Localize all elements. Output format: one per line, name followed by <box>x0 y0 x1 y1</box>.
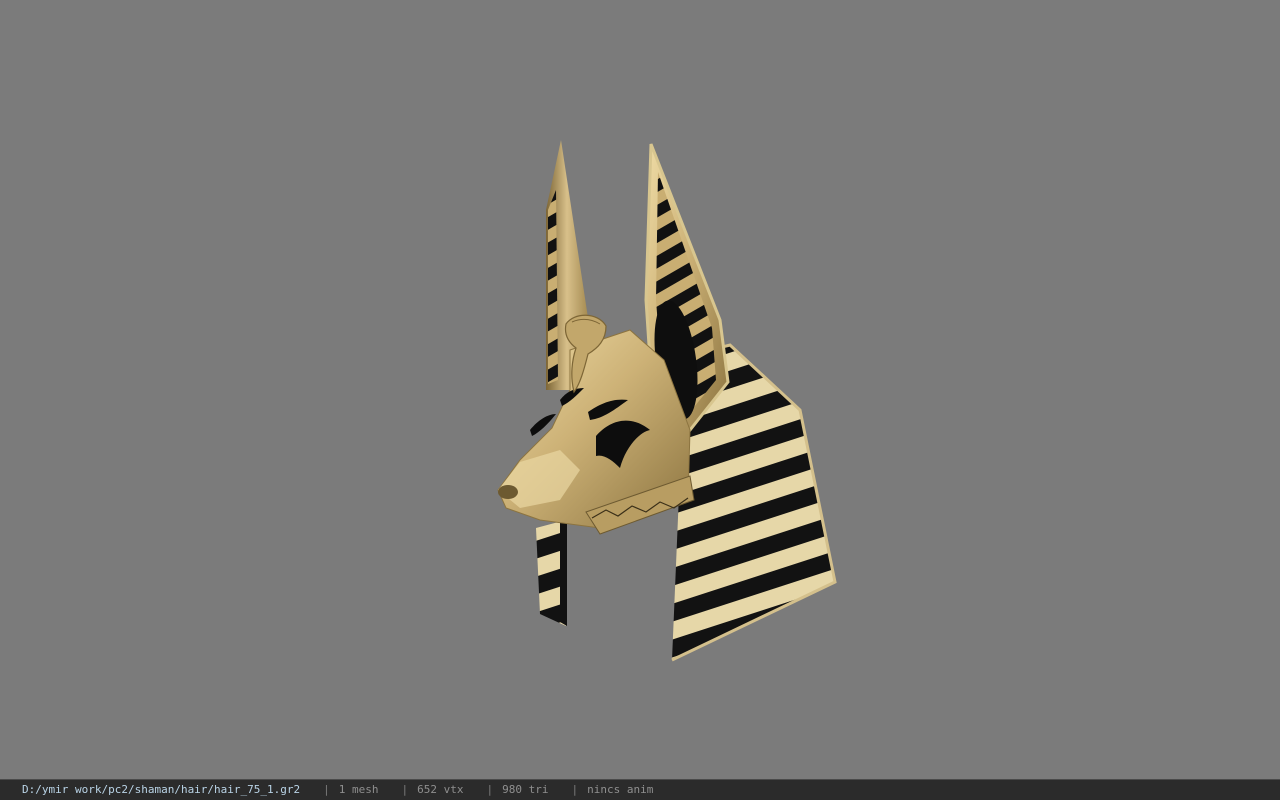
vertex-count-label: 652 vtx <box>417 783 464 796</box>
jackal-head <box>497 329 695 535</box>
triangle-count-label: 980 tri <box>502 783 549 796</box>
left-lappet <box>536 520 567 626</box>
mesh-count-label: 1 mesh <box>338 783 379 796</box>
separator: | <box>323 783 330 796</box>
separator: | <box>571 783 579 796</box>
separator: | <box>486 783 494 796</box>
file-path-label: D:/ymir work/pc2/shaman/hair/hair_75_1.g… <box>22 783 301 796</box>
animation-info-label: nincs anim <box>587 783 654 796</box>
3d-viewport[interactable] <box>0 0 1280 779</box>
model-render <box>497 140 837 662</box>
status-bar: D:/ymir work/pc2/shaman/hair/hair_75_1.g… <box>0 779 1280 800</box>
separator: | <box>401 783 409 796</box>
